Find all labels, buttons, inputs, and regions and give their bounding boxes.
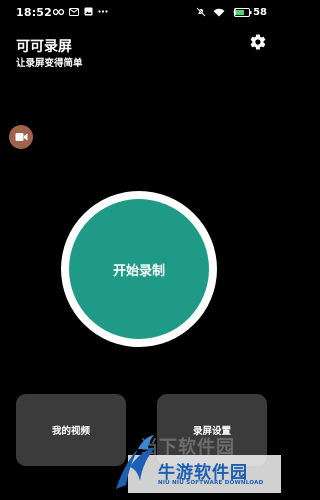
wifi-icon — [213, 8, 225, 16]
app-title: 可可录屏 — [16, 39, 72, 55]
status-bar: 18:52 58 — [0, 0, 281, 28]
gear-icon — [250, 34, 266, 50]
status-notification-icons — [53, 7, 108, 16]
mute-icon — [196, 7, 206, 17]
watermark-logo — [108, 427, 160, 495]
infinity-icon — [53, 8, 64, 15]
battery-icon — [234, 8, 252, 17]
my-videos-label: 我的视频 — [51, 426, 90, 437]
battery-percent: 58 — [253, 7, 267, 18]
image-icon — [84, 7, 93, 16]
battery-indicator: 58 — [234, 7, 267, 18]
video-camera-icon — [15, 133, 27, 141]
niu-logo-icon — [116, 435, 156, 489]
settings-button[interactable] — [249, 33, 267, 51]
app-subtitle: 让录屏变得简单 — [16, 58, 83, 69]
watermark-brand-sub: NIU NIU SOFTWARE DOWNLOAD — [158, 480, 264, 486]
start-recording-button[interactable]: 开始录制 — [69, 199, 209, 339]
start-recording-label: 开始录制 — [112, 263, 165, 279]
more-dots-icon — [98, 10, 108, 13]
floating-record-bubble[interactable] — [9, 125, 33, 149]
status-system-icons — [196, 7, 239, 17]
mail-icon — [69, 7, 79, 16]
status-time: 18:52 — [16, 6, 53, 19]
